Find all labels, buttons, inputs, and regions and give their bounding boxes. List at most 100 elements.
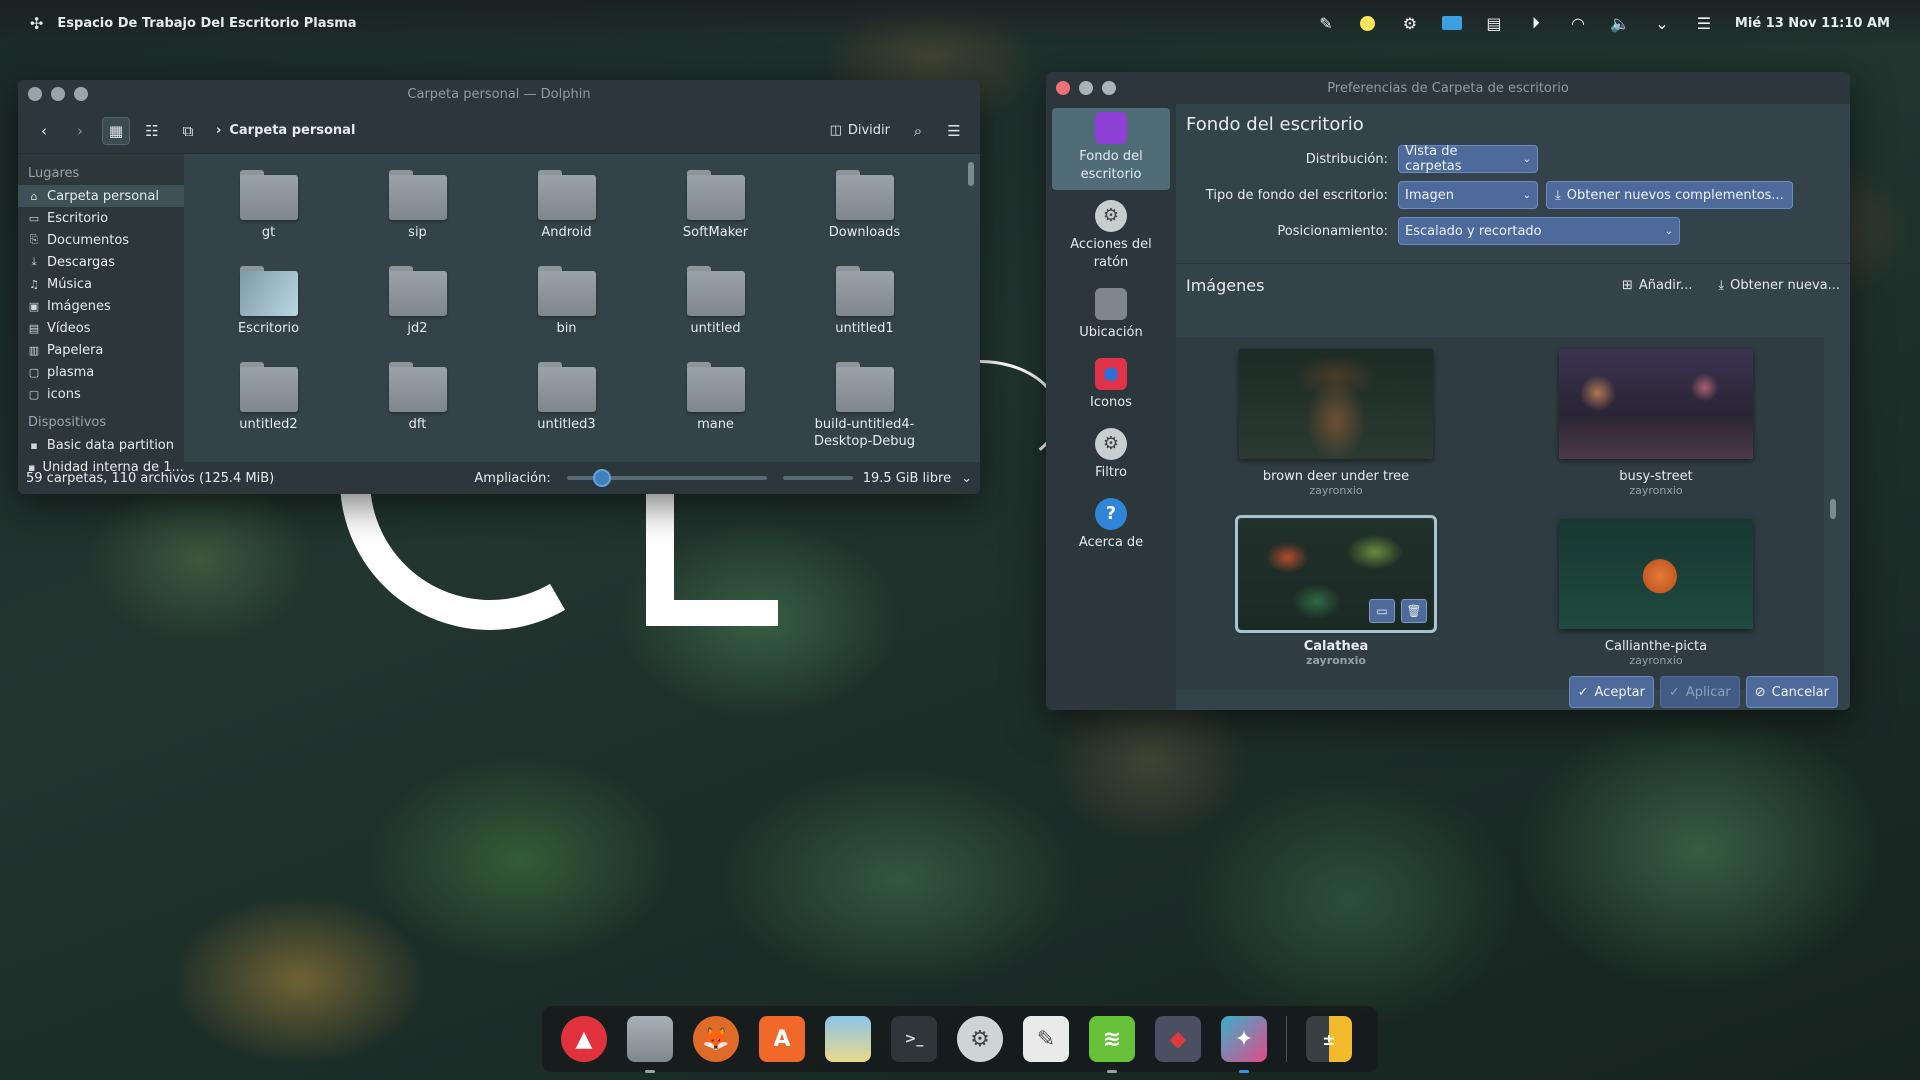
dock-text-editor[interactable]: ✎ (1018, 1011, 1074, 1067)
activity-switcher[interactable]: ✣ Espacio De Trabajo Del Escritorio Plas… (30, 14, 357, 33)
place-plasma[interactable]: ▢ plasma (18, 361, 184, 383)
file-item[interactable]: bin (492, 260, 641, 356)
get-plugins-button[interactable]: ⤓ Obtener nuevos complementos... (1546, 181, 1793, 209)
dock-launcher[interactable]: ▲ (556, 1011, 612, 1067)
file-item[interactable]: untitled2 (194, 356, 343, 452)
cancel-button[interactable]: ⊘ Cancelar (1745, 676, 1838, 708)
category-icons[interactable]: ● Iconos (1052, 354, 1170, 418)
clipboard-icon[interactable]: ▤ (1483, 12, 1505, 34)
apply-button[interactable]: ✓ Aplicar (1660, 676, 1740, 708)
forward-icon[interactable]: › (66, 117, 94, 145)
breadcrumb[interactable]: › Carpeta personal (216, 123, 355, 138)
file-item[interactable]: gt (194, 164, 343, 260)
dock-spotify[interactable]: ≋ (1084, 1011, 1140, 1073)
dock-kdenlive[interactable]: ✦ (1216, 1011, 1272, 1073)
dock-firefox[interactable]: 🦊 (688, 1011, 744, 1067)
dolphin-titlebar[interactable]: Carpeta personal — Dolphin (18, 80, 980, 108)
file-item[interactable]: mane (641, 356, 790, 452)
place-desktop[interactable]: ▭ Escritorio (18, 207, 184, 229)
wallpaper-item[interactable]: brown deer under tree zayronxio (1176, 349, 1496, 519)
dock-files[interactable] (622, 1011, 678, 1073)
folder-icon (537, 266, 596, 316)
scrollbar[interactable] (1830, 499, 1836, 519)
place-videos[interactable]: ▤ Vídeos (18, 317, 184, 339)
file-item[interactable]: Escritorio (194, 260, 343, 356)
file-item[interactable]: dft (343, 356, 492, 452)
file-item[interactable]: jd2 (343, 260, 492, 356)
get-new-wallpapers-button[interactable]: ⤓ Obtener nueva... (1718, 278, 1840, 293)
place-label: Descargas (47, 254, 116, 270)
file-item[interactable]: untitled (641, 260, 790, 356)
wifi-icon[interactable]: ◠ (1567, 12, 1589, 34)
category-mouse[interactable]: ⚙ Acciones del ratón (1052, 196, 1170, 278)
category-location[interactable]: Ubicación (1052, 284, 1170, 348)
moon-icon[interactable] (1357, 12, 1379, 34)
dock-calculator[interactable]: ± (1301, 1011, 1357, 1067)
place-trash[interactable]: ▥ Papelera (18, 339, 184, 361)
delete-icon[interactable]: 🗑 (1401, 599, 1427, 623)
type-select[interactable]: Imagen ⌄ (1398, 181, 1538, 209)
close-button[interactable] (28, 87, 42, 101)
file-item[interactable]: build-untitled4-Desktop-Debug (790, 356, 939, 452)
minimize-button[interactable] (51, 87, 65, 101)
close-button[interactable] (1056, 81, 1070, 95)
category-about[interactable]: ? Acerca de (1052, 494, 1170, 558)
pen-icon[interactable]: ✎ (1315, 12, 1337, 34)
file-item[interactable]: untitled3 (492, 356, 641, 452)
dock-image-viewer[interactable] (820, 1011, 876, 1067)
place-music[interactable]: ♫ Música (18, 273, 184, 295)
details-view-icon[interactable]: ☷ (138, 117, 166, 145)
category-wallpaper[interactable]: Fondo del escritorio (1052, 108, 1170, 190)
menu-icon[interactable]: ☰ (940, 117, 968, 145)
search-icon[interactable]: ⌕ (904, 117, 932, 145)
maximize-button[interactable] (74, 87, 88, 101)
file-item[interactable]: Android (492, 164, 641, 260)
volume-icon[interactable]: 🔈 (1609, 12, 1631, 34)
minimize-button[interactable] (1079, 81, 1093, 95)
file-item[interactable]: sip (343, 164, 492, 260)
free-space[interactable]: 19.5 GiB libre (863, 471, 951, 486)
back-icon[interactable]: ‹ (30, 117, 58, 145)
ok-button[interactable]: ✓ Aceptar (1568, 676, 1654, 708)
compact-view-icon[interactable]: ⧉ (174, 117, 202, 145)
clock[interactable]: Mié 13 Nov 11:10 AM (1735, 16, 1890, 31)
zoom-slider[interactable] (566, 469, 767, 487)
prefs-titlebar[interactable]: Preferencias de Carpeta de escritorio (1046, 72, 1850, 104)
split-button[interactable]: ◫ Dividir (824, 117, 896, 145)
file-item[interactable]: SoftMaker (641, 164, 790, 260)
wallpaper-logo-base (646, 600, 778, 626)
scrollbar[interactable] (968, 162, 974, 186)
file-item[interactable]: untitled1 (790, 260, 939, 356)
dock-terminal[interactable]: >_ (886, 1011, 942, 1067)
wallpaper-list[interactable]: brown deer under tree zayronxio busy-str… (1176, 337, 1824, 689)
place-home[interactable]: ⌂ Carpeta personal (18, 185, 184, 207)
add-image-button[interactable]: ⊞ Añadir... (1622, 278, 1692, 293)
place-pictures[interactable]: ▣ Imágenes (18, 295, 184, 317)
open-folder-icon[interactable]: ▭ (1369, 599, 1395, 623)
chevron-down-icon[interactable]: ⌄ (961, 471, 972, 486)
wallpaper-item-selected[interactable]: ▭ 🗑 Calathea zayronxio (1176, 515, 1496, 689)
place-documents[interactable]: ⎘ Documentos (18, 229, 184, 251)
category-filter[interactable]: ⚙ Filtro (1052, 424, 1170, 488)
dock-app-store[interactable]: A (754, 1011, 810, 1067)
dock-settings[interactable]: ⚙ (952, 1011, 1008, 1067)
zoom-slider-knob[interactable] (592, 469, 611, 487)
pictures-icon: ▣ (28, 299, 40, 313)
settings-icon[interactable]: ⚙ (1399, 12, 1421, 34)
dock-inkscape[interactable]: ◆ (1150, 1011, 1206, 1067)
sliders-icon[interactable]: ☰ (1693, 12, 1715, 34)
file-item[interactable]: Downloads (790, 164, 939, 260)
file-view[interactable]: gt sip Android SoftMaker Downloads Escritorio… (184, 154, 980, 462)
media-play-icon[interactable]: ⏵ (1525, 12, 1547, 34)
wallpaper-item[interactable]: Callianthe-picta zayronxio (1496, 519, 1816, 689)
place-downloads[interactable]: ⤓ Descargas (18, 251, 184, 273)
chevron-down-icon[interactable]: ⌄ (1651, 12, 1673, 34)
display-icon[interactable] (1441, 12, 1463, 34)
place-icons[interactable]: ▢ icons (18, 383, 184, 405)
layout-select[interactable]: Vista de carpetas ⌄ (1398, 144, 1538, 174)
device-basic-data[interactable]: ▪ Basic data partition (18, 434, 184, 456)
maximize-button[interactable] (1102, 81, 1116, 95)
wallpaper-item[interactable]: busy-street zayronxio (1496, 349, 1816, 519)
position-select[interactable]: Escalado y recortado ⌄ (1398, 217, 1680, 245)
icons-view-icon[interactable]: ▦ (102, 116, 130, 145)
